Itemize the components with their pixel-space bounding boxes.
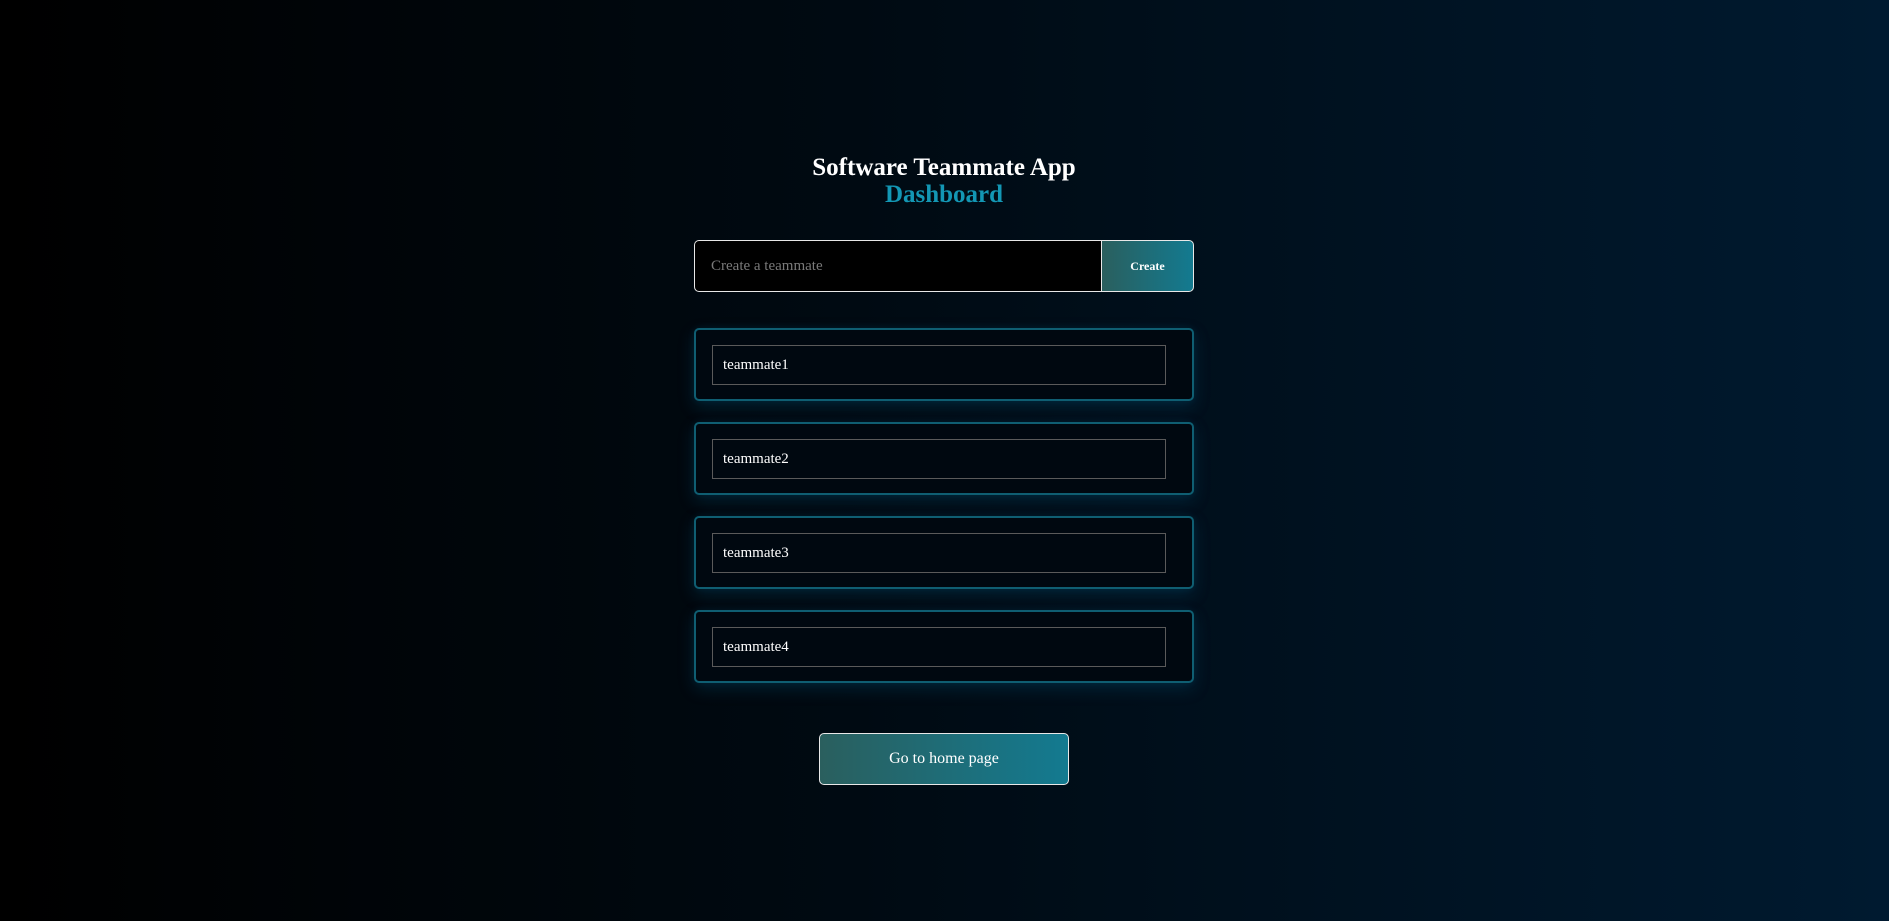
teammate-name-input[interactable] — [712, 627, 1166, 667]
create-teammate-form: Create — [694, 240, 1194, 292]
teammate-card — [694, 610, 1194, 683]
page-subtitle: Dashboard — [884, 181, 1004, 208]
teammate-card — [694, 422, 1194, 495]
teammate-name-input[interactable] — [712, 533, 1166, 573]
header: Software Teammate App Dashboard — [694, 154, 1194, 208]
teammate-card — [694, 328, 1194, 401]
app-title: Software Teammate App — [812, 154, 1076, 181]
go-to-home-button[interactable]: Go to home page — [819, 733, 1069, 785]
teammate-name-input[interactable] — [712, 345, 1166, 385]
create-teammate-input[interactable] — [694, 240, 1101, 292]
page: { "header": { "title": "Software Teammat… — [0, 0, 1889, 921]
teammate-card — [694, 516, 1194, 589]
teammate-list — [694, 328, 1194, 704]
teammate-name-input[interactable] — [712, 439, 1166, 479]
create-button[interactable]: Create — [1101, 240, 1194, 292]
